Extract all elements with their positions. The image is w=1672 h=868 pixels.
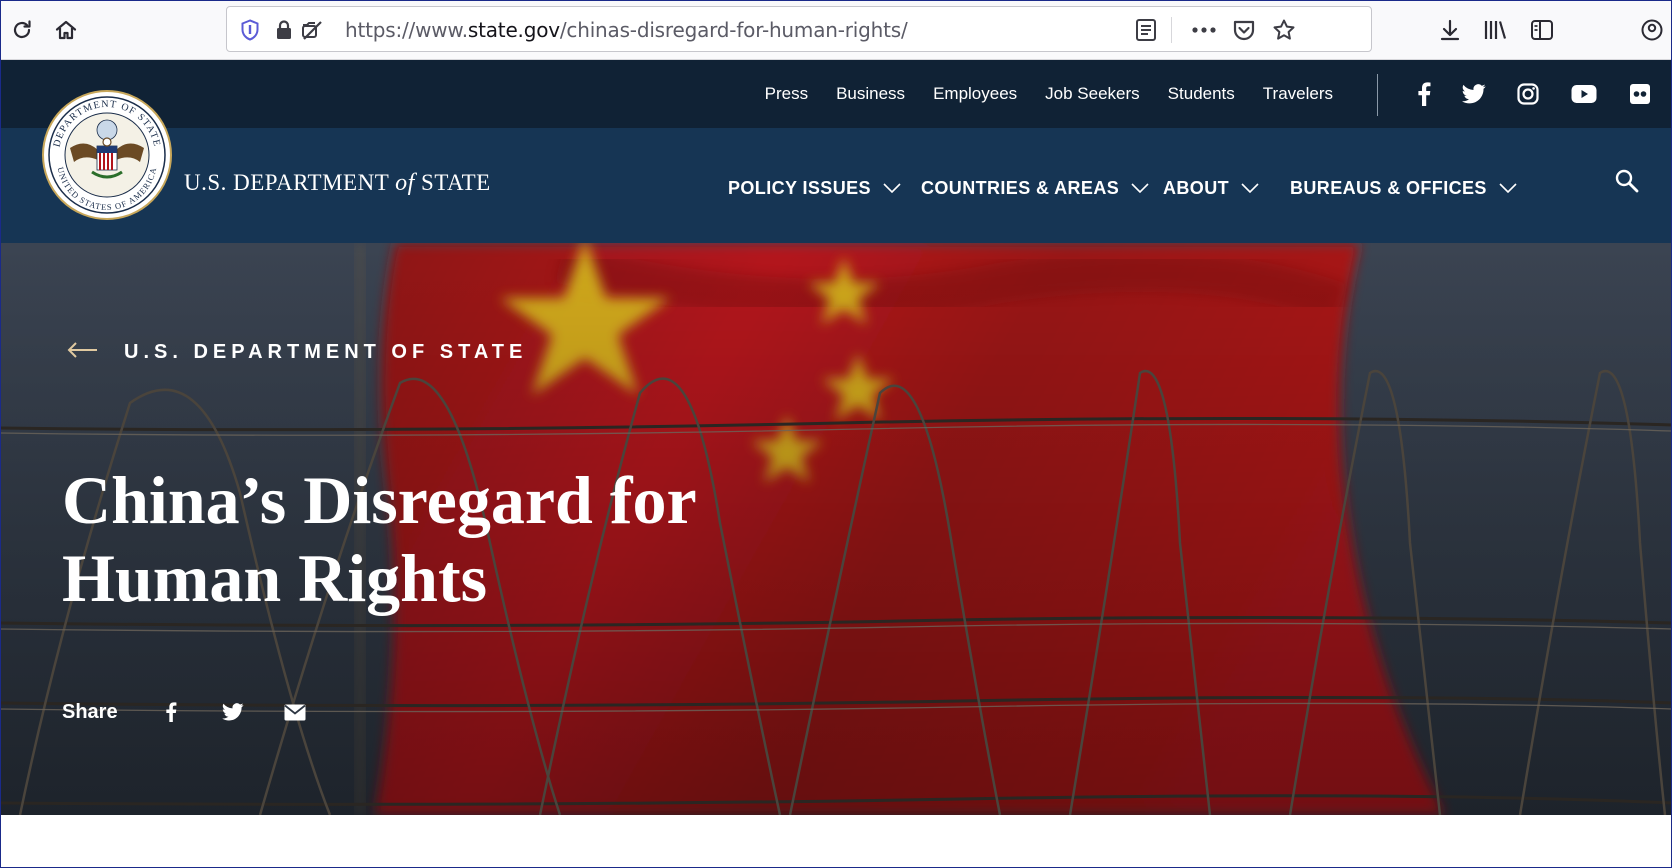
arrow-left-icon (66, 341, 98, 364)
permissions-icon[interactable] (299, 17, 325, 43)
browser-toolbar: https://www.state.gov/chinas-disregard-f… (0, 0, 1672, 60)
chevron-down-icon (1241, 183, 1259, 193)
twitter-icon[interactable] (1460, 80, 1488, 108)
facebook-icon[interactable] (1410, 80, 1438, 108)
breadcrumb[interactable]: U.S. DEPARTMENT OF STATE (66, 341, 527, 364)
share-bar: Share (62, 699, 308, 725)
flickr-icon[interactable] (1626, 80, 1654, 108)
share-label: Share (62, 700, 118, 723)
utility-link-job-seekers[interactable]: Job Seekers (1045, 84, 1140, 104)
breadcrumb-label: U.S. DEPARTMENT OF STATE (124, 341, 528, 363)
utility-link-travelers[interactable]: Travelers (1263, 84, 1333, 104)
account-icon[interactable] (1640, 14, 1672, 46)
urlbar-divider (1171, 17, 1172, 43)
pocket-icon[interactable] (1231, 17, 1257, 43)
chevron-down-icon (1499, 183, 1517, 193)
department-title[interactable]: U.S. DEPARTMENT of STATE (184, 170, 491, 197)
bookmark-star-icon[interactable] (1271, 17, 1297, 43)
download-icon[interactable] (1434, 14, 1466, 46)
home-icon[interactable] (50, 14, 82, 46)
utility-link-students[interactable]: Students (1168, 84, 1235, 104)
search-icon[interactable] (1614, 168, 1642, 196)
twitter-icon[interactable] (220, 699, 246, 725)
more-icon[interactable] (1191, 17, 1217, 43)
reload-icon[interactable] (6, 14, 38, 46)
chevron-down-icon (883, 183, 901, 193)
facebook-icon[interactable] (158, 699, 184, 725)
page-content-area (0, 815, 1672, 868)
reader-view-icon[interactable] (1133, 17, 1159, 43)
utility-link-business[interactable]: Business (836, 84, 905, 104)
menu-about[interactable]: ABOUT (1163, 173, 1259, 203)
lock-icon[interactable] (271, 17, 297, 43)
menu-policy-issues[interactable]: POLICY ISSUES (728, 173, 901, 203)
utility-nav: Press Business Employees Job Seekers Stu… (737, 60, 1333, 128)
utility-link-employees[interactable]: Employees (933, 84, 1017, 104)
menu-bureaus-offices[interactable]: BUREAUS & OFFICES (1290, 173, 1517, 203)
department-seal-logo[interactable]: DEPARTMENT OF STATE UNITED STATES OF AME… (40, 88, 174, 222)
youtube-icon[interactable] (1570, 80, 1598, 108)
utility-bar: Press Business Employees Job Seekers Stu… (0, 60, 1672, 128)
page-title: China’s Disregard for Human Rights (62, 462, 696, 616)
utility-divider (1377, 74, 1378, 116)
shield-icon[interactable] (237, 17, 263, 43)
url-text: https://www.state.gov/chinas-disregard-f… (345, 18, 908, 42)
chevron-down-icon (1131, 183, 1149, 193)
email-icon[interactable] (282, 699, 308, 725)
address-bar[interactable]: https://www.state.gov/chinas-disregard-f… (226, 6, 1372, 52)
hero-banner: U.S. DEPARTMENT OF STATE China’s Disrega… (0, 243, 1672, 815)
instagram-icon[interactable] (1514, 80, 1542, 108)
library-icon[interactable] (1480, 14, 1512, 46)
utility-link-press[interactable]: Press (765, 84, 808, 104)
sidebar-icon[interactable] (1526, 14, 1558, 46)
menu-countries-areas[interactable]: COUNTRIES & AREAS (921, 173, 1149, 203)
